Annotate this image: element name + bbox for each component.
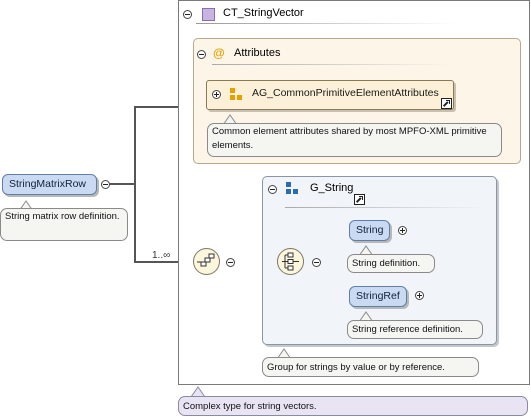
attributes-collapse-toggle[interactable] (197, 50, 206, 59)
sequence-collapse-toggle[interactable] (226, 258, 235, 267)
root-element-collapse-toggle[interactable] (101, 180, 110, 189)
attribute-at-icon: @ (213, 46, 225, 60)
choice-collapse-toggle[interactable] (312, 258, 321, 267)
child-element-string[interactable]: String (349, 220, 391, 241)
attribute-group-icon (230, 88, 242, 100)
group-annotation: Group for strings by value or by referen… (262, 357, 479, 377)
group-icon (286, 182, 298, 194)
complex-type-annotation: Complex type for string vectors. (178, 396, 528, 416)
attributes-title: Attributes (234, 47, 281, 59)
group-header-rule (285, 207, 485, 208)
group-name: G_String (310, 182, 354, 194)
sequence-occurrence-label: 1..∞ (152, 250, 171, 261)
group-external-link-icon[interactable] (354, 194, 365, 205)
child-element-stringref-expand-toggle[interactable] (415, 291, 424, 300)
root-element-stringmatrixrow[interactable]: StringMatrixRow (2, 174, 97, 195)
attributes-header-rule (212, 64, 452, 65)
attribute-group-expand-toggle[interactable] (212, 90, 221, 99)
attribute-group-name: AG_CommonPrimitiveElementAttributes (252, 87, 439, 99)
child-element-string-expand-toggle[interactable] (398, 226, 407, 235)
complex-type-icon (202, 8, 215, 21)
root-element-annotation: String matrix row definition. (0, 208, 128, 241)
attribute-annotation: Common element attributes shared by most… (207, 123, 502, 157)
complex-type-collapse-toggle[interactable] (183, 10, 192, 19)
complex-type-header-rule (196, 23, 456, 24)
child-element-stringref-annotation: String reference definition. (347, 320, 483, 339)
sequence-compositor[interactable] (193, 248, 220, 275)
sequence-icon (197, 253, 215, 267)
complex-type-name: CT_StringVector (223, 7, 304, 19)
group-collapse-toggle[interactable] (268, 185, 277, 194)
choice-compositor[interactable] (277, 248, 304, 275)
attribute-group-external-link-icon[interactable] (441, 98, 452, 109)
child-element-string-annotation: String definition. (347, 254, 435, 273)
child-element-stringref[interactable]: StringRef (349, 286, 407, 307)
choice-icon (282, 252, 299, 271)
